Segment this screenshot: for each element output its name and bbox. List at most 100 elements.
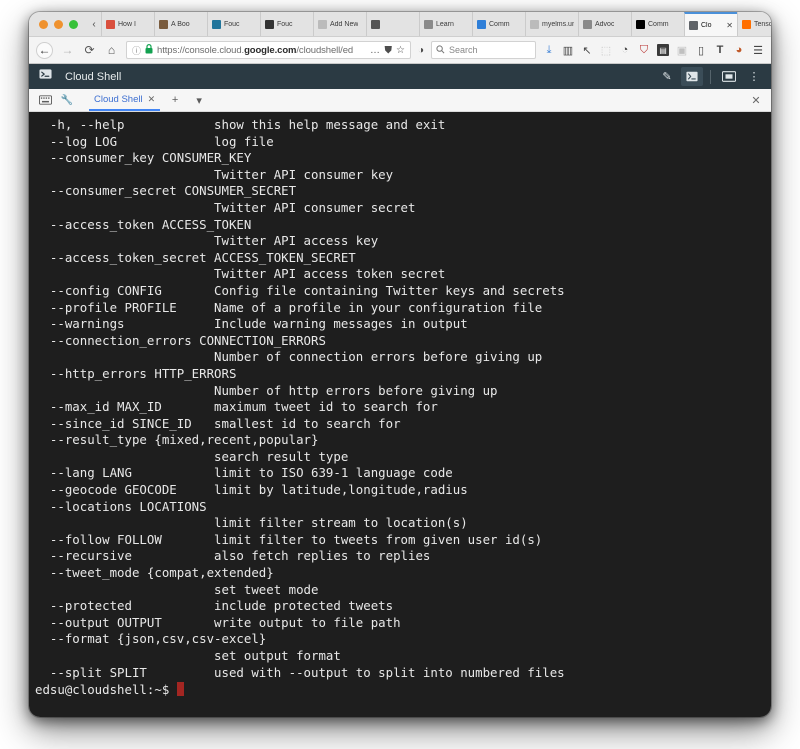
terminal-line: --profile PROFILE Name of a profile in y… — [35, 299, 543, 315]
terminal-line: --config CONFIG Config file containing T… — [35, 282, 565, 298]
forward-button[interactable]: → — [60, 43, 75, 58]
more-vert-icon[interactable]: ⋮ — [743, 67, 765, 86]
globe-icon — [265, 19, 274, 29]
terminal-line: Number of http errors before giving up — [35, 382, 498, 398]
browser-tab-7[interactable]: Comm — [472, 12, 525, 36]
close-panel-button[interactable]: ✕ — [747, 91, 765, 109]
terminal-line: Twitter API consumer secret — [35, 199, 416, 215]
chevron-down-icon[interactable]: ▾ — [190, 91, 208, 109]
browser-tab-label: Clo — [701, 21, 712, 29]
add-tab-button[interactable]: + — [166, 91, 184, 109]
terminal-line: --format {json,csv,csv-excel} — [35, 631, 267, 647]
site-info-icon[interactable]: ⓘ — [132, 44, 141, 57]
terminal-line: --access_token_secret ACCESS_TOKEN_SECRE… — [35, 249, 356, 265]
pointer-icon[interactable]: ↖ — [581, 44, 593, 57]
cloud-shell-tabbar: 🔧 Cloud Shell ✕ + ▾ ✕ — [29, 89, 771, 112]
terminal-line: --result_type {mixed,recent,popular} — [35, 432, 319, 448]
browser-tab-label: Tenso — [754, 20, 771, 28]
browser-tab-close-icon[interactable]: ✕ — [726, 21, 733, 30]
new-window-icon[interactable] — [718, 67, 740, 86]
terminal-icon[interactable] — [681, 67, 703, 86]
trash-icon[interactable]: ▤ — [657, 44, 669, 56]
browser-tab-10[interactable]: Comm — [631, 12, 684, 36]
bookmark-star-icon[interactable]: ☆ — [396, 45, 405, 56]
terminal-output: -h, --help show this help message and ex… — [35, 117, 771, 681]
browser-tab-12[interactable]: Tenso — [737, 12, 771, 36]
terminal-prompt: edsu@cloudshell:~$ — [35, 681, 170, 697]
mit-icon — [583, 19, 592, 29]
keyboard-icon[interactable] — [35, 91, 55, 109]
minimize-window-button[interactable] — [54, 19, 63, 29]
browser-tab-4[interactable]: Add New — [313, 12, 366, 36]
browser-tab-1[interactable]: A Boo — [154, 12, 207, 36]
ublock-icon[interactable]: ⛉ — [638, 44, 650, 56]
search-icon — [436, 44, 445, 56]
cloud-shell-tab[interactable]: Cloud Shell ✕ — [89, 89, 161, 111]
close-window-button[interactable] — [39, 19, 48, 29]
tab-scroll-left-button[interactable]: ‹ — [87, 12, 101, 36]
back-button[interactable]: ← — [36, 41, 53, 59]
terminal-line: --http_errors HTTP_ERRORS — [35, 365, 237, 381]
terminal-line: --output OUTPUT write output to file pat… — [35, 614, 401, 630]
cloud-shell-header-actions: ✎ ⋮ — [656, 67, 765, 86]
text-icon[interactable]: T — [714, 44, 726, 56]
browser-tab-2[interactable]: Fouc — [207, 12, 260, 36]
cloud-console-icon — [689, 20, 698, 30]
terminal-line: Number of connection errors before givin… — [35, 349, 543, 365]
bookmark-icon — [106, 19, 115, 29]
blank-icon — [318, 19, 327, 29]
lock-icon — [145, 42, 153, 58]
container-icon[interactable]: ◑ — [418, 45, 424, 56]
screenshot-icon[interactable]: ⬚ — [600, 44, 612, 57]
url-bar[interactable]: ⓘ https://console.cloud.google.com/cloud… — [126, 41, 411, 59]
wikipedia-icon — [636, 19, 645, 29]
cloud-shell-header: Cloud Shell ✎ ⋮ — [29, 64, 771, 89]
terminal-line: --since_id SINCE_ID smallest id to searc… — [35, 415, 401, 431]
cloud-shell-prompt-icon — [39, 68, 52, 86]
zoom-window-button[interactable] — [69, 19, 78, 29]
browser-tab-0[interactable]: How I — [101, 12, 154, 36]
terminal-line: --lang LANG limit to ISO 639-1 language … — [35, 465, 453, 481]
browser-tab-label: myelms.un — [542, 20, 574, 28]
downloads-icon[interactable]: ⤓ — [543, 44, 555, 56]
browser-tab-5[interactable] — [366, 12, 419, 36]
terminal-line: --log LOG log file — [35, 133, 274, 149]
close-icon[interactable]: ✕ — [148, 94, 156, 105]
browser-tab-label: How I — [118, 20, 136, 28]
home-button[interactable]: ⌂ — [104, 43, 119, 58]
blank-icon — [530, 19, 539, 29]
page-actions-icon[interactable]: … — [370, 45, 381, 56]
mail-icon — [477, 19, 486, 29]
palette-icon[interactable]: ◕ — [733, 44, 745, 56]
reader-icon[interactable]: ▯ — [695, 44, 707, 57]
terminal-line: --split SPLIT used with --output to spli… — [35, 664, 565, 680]
library-icon[interactable]: ▥ — [562, 44, 574, 57]
header-divider — [710, 69, 711, 84]
browser-tab-3[interactable]: Fouc — [260, 12, 313, 36]
mit-icon — [424, 19, 433, 29]
terminal-line: Twitter API access key — [35, 233, 379, 249]
tensorflow-icon — [742, 19, 751, 29]
terminal-line: limit filter stream to location(s) — [35, 515, 468, 531]
menu-icon[interactable]: ☰ — [752, 44, 764, 57]
search-input[interactable]: Search — [431, 41, 536, 59]
cc-icon[interactable]: ▣ — [676, 44, 688, 57]
media-player-icon — [371, 19, 380, 29]
browser-tab-6[interactable]: Learn — [419, 12, 472, 36]
browser-tab-label: Fouc — [224, 20, 240, 28]
browser-tab-label: Comm — [648, 20, 669, 28]
browser-tab-11[interactable]: Clo ✕ — [684, 12, 737, 36]
shield-icon[interactable]: ⛊ — [384, 45, 392, 56]
browser-tab-label: Fouc — [277, 20, 293, 28]
terminal-panel[interactable]: -h, --help show this help message and ex… — [29, 112, 771, 717]
reload-button[interactable]: ⟳ — [82, 43, 97, 58]
history-icon[interactable]: ◔ — [619, 44, 631, 56]
browser-tab-8[interactable]: myelms.un — [525, 12, 578, 36]
browser-window: ‹ How I A Boo Fouc Fouc Add New Learn Comm myel… — [29, 12, 771, 717]
wrench-icon[interactable]: 🔧 — [57, 91, 77, 109]
browser-tabs: How I A Boo Fouc Fouc Add New Learn Comm myelms… — [101, 12, 771, 36]
terminal-line: --consumer_key CONSUMER_KEY — [35, 150, 252, 166]
browser-tab-9[interactable]: Advoc — [578, 12, 631, 36]
terminal-line: --max_id MAX_ID maximum tweet id to sear… — [35, 399, 438, 415]
pencil-icon[interactable]: ✎ — [656, 67, 678, 86]
